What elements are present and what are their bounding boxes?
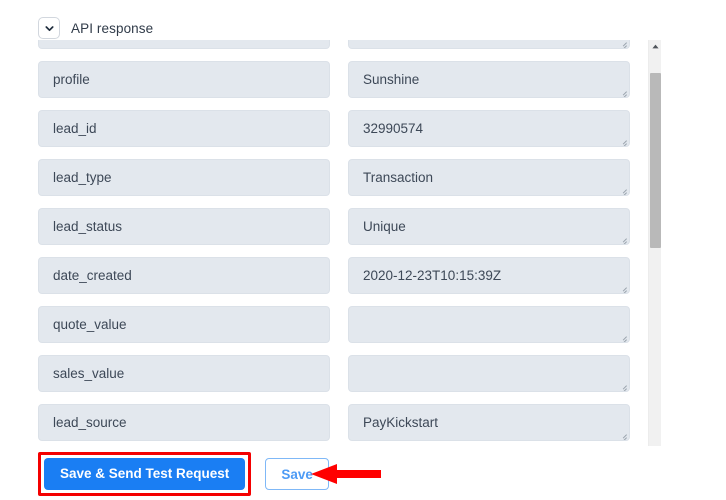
field-value-text: Transaction xyxy=(363,170,434,185)
resize-grip-icon[interactable] xyxy=(618,332,627,341)
field-key-input[interactable] xyxy=(38,40,330,49)
resize-grip-icon[interactable] xyxy=(618,136,627,145)
field-key-input[interactable]: sales_value xyxy=(38,355,330,392)
resize-grip-icon[interactable] xyxy=(618,185,627,194)
resize-grip-icon[interactable] xyxy=(618,430,627,439)
field-row: sales_value xyxy=(38,355,648,392)
field-key-input[interactable]: lead_status xyxy=(38,208,330,245)
save-button[interactable]: Save xyxy=(265,458,329,490)
field-value-textarea[interactable]: 32990574 xyxy=(348,110,630,147)
field-row: lead_source PayKickstart xyxy=(38,404,648,441)
field-row: date_created 2020-12-23T10:15:39Z xyxy=(38,257,648,294)
field-value-textarea[interactable] xyxy=(348,40,630,49)
highlight-box: Save & Send Test Request xyxy=(38,452,252,496)
field-row: lead_type Transaction xyxy=(38,159,648,196)
field-value-textarea[interactable] xyxy=(348,355,630,392)
resize-grip-icon[interactable] xyxy=(618,40,627,47)
field-value-textarea[interactable] xyxy=(348,306,630,343)
field-row: lead_status Unique xyxy=(38,208,648,245)
field-value-text: 2020-12-23T10:15:39Z xyxy=(363,268,502,283)
field-value-text: Unique xyxy=(363,219,406,234)
field-row xyxy=(38,40,648,49)
field-value-text: PayKickstart xyxy=(363,415,439,430)
page-title: API response xyxy=(71,20,154,36)
resize-grip-icon[interactable] xyxy=(618,87,627,96)
scrollbar-thumb[interactable] xyxy=(650,73,661,248)
fields-list: profile Sunshine lead_id 32990574 lead_type T… xyxy=(38,40,648,446)
field-value-textarea[interactable]: PayKickstart xyxy=(348,404,630,441)
chevron-down-icon[interactable] xyxy=(38,17,60,39)
field-value-textarea[interactable]: Sunshine xyxy=(348,61,630,98)
footer-actions: Save & Send Test Request Save xyxy=(38,452,329,496)
fields-scroll-area[interactable]: profile Sunshine lead_id 32990574 lead_type T… xyxy=(38,40,666,446)
field-value-textarea[interactable]: Transaction xyxy=(348,159,630,196)
field-row: profile Sunshine xyxy=(38,61,648,98)
field-key-input[interactable]: lead_id xyxy=(38,110,330,147)
field-key-input[interactable]: lead_type xyxy=(38,159,330,196)
field-row: lead_id 32990574 xyxy=(38,110,648,147)
resize-grip-icon[interactable] xyxy=(618,283,627,292)
field-key-input[interactable]: date_created xyxy=(38,257,330,294)
field-value-text: Sunshine xyxy=(363,72,420,87)
vertical-scrollbar[interactable] xyxy=(648,40,661,446)
section-header: API response xyxy=(38,15,153,41)
field-value-text: 32990574 xyxy=(363,121,424,136)
field-key-input[interactable]: quote_value xyxy=(38,306,330,343)
field-key-input[interactable]: profile xyxy=(38,61,330,98)
field-row: quote_value xyxy=(38,306,648,343)
field-key-input[interactable]: lead_source xyxy=(38,404,330,441)
api-response-panel: API response profile Sunshine lead_id 32990… xyxy=(0,0,726,500)
field-value-textarea[interactable]: Unique xyxy=(348,208,630,245)
resize-grip-icon[interactable] xyxy=(618,234,627,243)
resize-grip-icon[interactable] xyxy=(618,381,627,390)
field-value-textarea[interactable]: 2020-12-23T10:15:39Z xyxy=(348,257,630,294)
save-and-send-test-request-button[interactable]: Save & Send Test Request xyxy=(44,458,246,490)
scroll-up-arrow-icon[interactable] xyxy=(649,40,661,53)
